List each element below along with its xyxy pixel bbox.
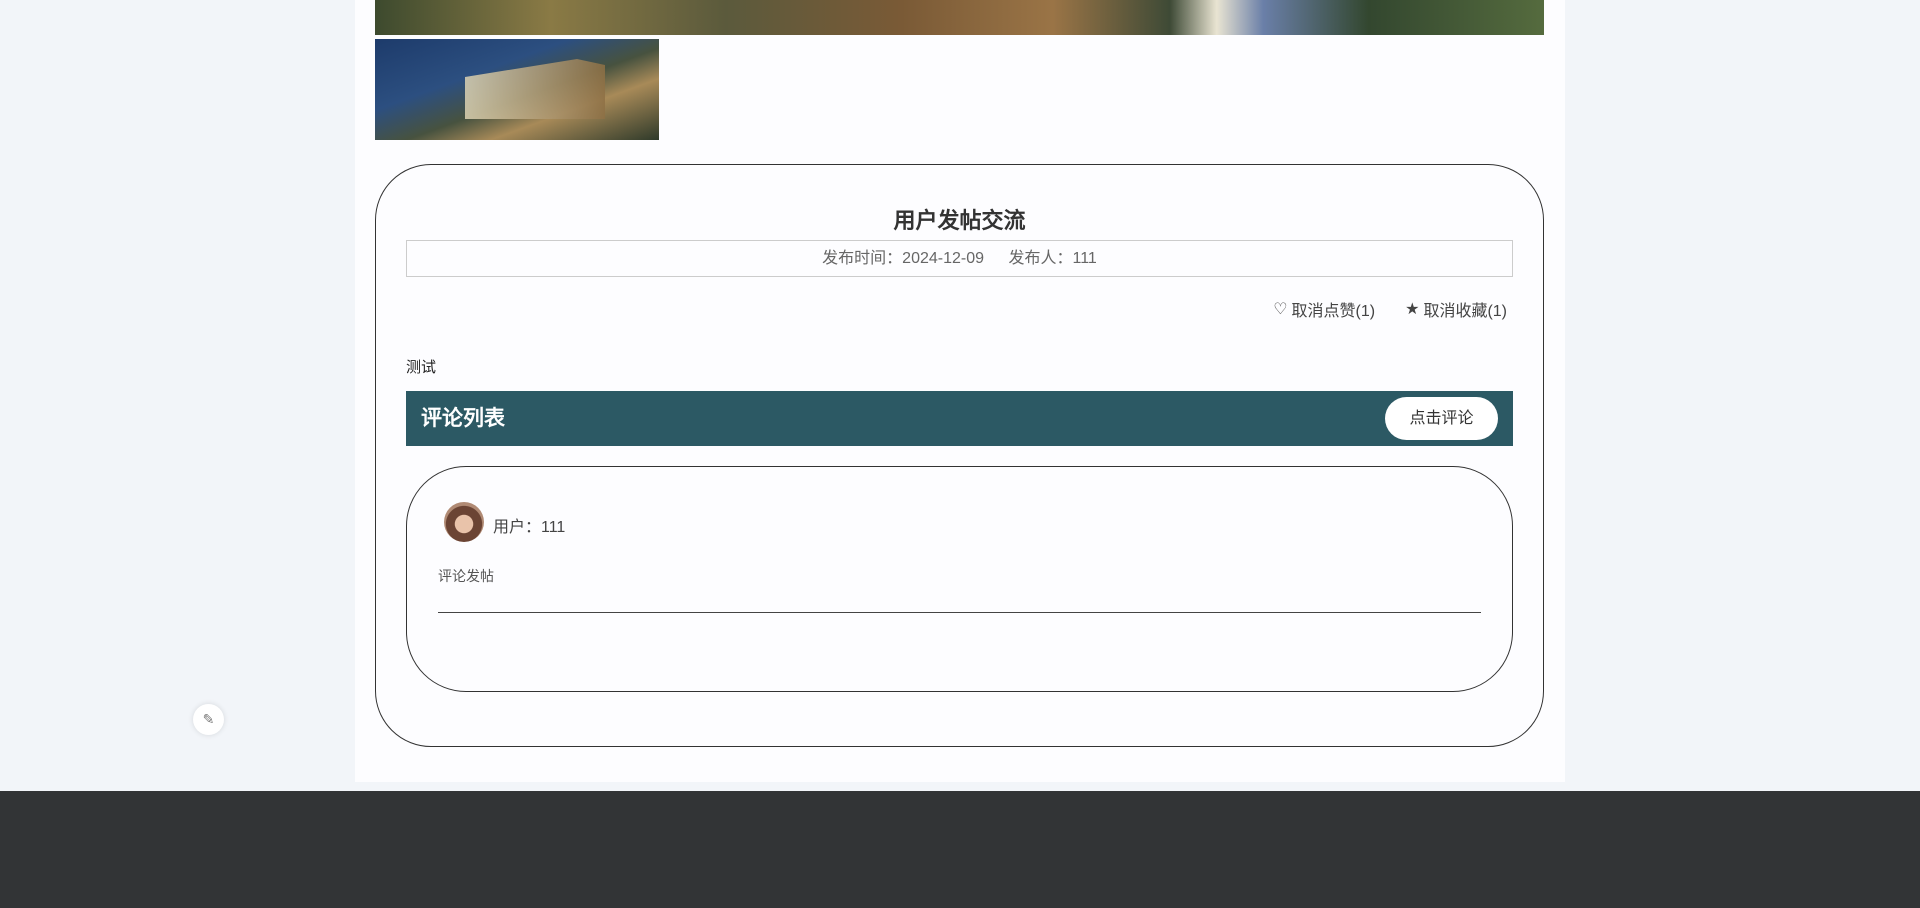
heart-outline-icon: ♡ xyxy=(1273,301,1288,318)
avatar xyxy=(444,502,484,542)
unlike-label: 取消点赞(1) xyxy=(1291,303,1376,320)
comment-item: 用户：111 评论发帖 xyxy=(406,466,1513,692)
publisher: 发布人：111 xyxy=(1008,250,1097,267)
unlike-button[interactable]: ♡ 取消点赞(1) xyxy=(1273,297,1375,321)
comment-user: 用户：111 xyxy=(493,519,566,536)
unfavorite-button[interactable]: ★ 取消收藏(1) xyxy=(1405,297,1507,321)
publish-time: 发布时间：2024-12-09 xyxy=(822,250,985,267)
edit-note-icon[interactable]: ✎ xyxy=(193,704,224,735)
post-meta: 发布时间：2024-12-09 发布人：111 xyxy=(406,240,1513,277)
banner-image xyxy=(375,0,1544,35)
post-card: 用户发帖交流 发布时间：2024-12-09 发布人：111 ♡ 取消点赞(1)… xyxy=(375,164,1544,747)
unfavorite-label: 取消收藏(1) xyxy=(1423,303,1507,320)
comment-text: 评论发帖 xyxy=(438,568,494,584)
thumbnail-image[interactable] xyxy=(375,39,659,140)
post-content: 测试 xyxy=(406,359,437,376)
comments-title: 评论列表 xyxy=(421,407,505,430)
add-comment-button[interactable]: 点击评论 xyxy=(1385,397,1498,440)
divider xyxy=(438,612,1481,613)
post-actions: ♡ 取消点赞(1) ★ 取消收藏(1) xyxy=(1273,297,1507,321)
star-icon: ★ xyxy=(1405,301,1420,318)
footer xyxy=(0,791,1920,908)
comments-header: 评论列表 点击评论 xyxy=(406,391,1513,446)
post-title: 用户发帖交流 xyxy=(893,208,1026,233)
